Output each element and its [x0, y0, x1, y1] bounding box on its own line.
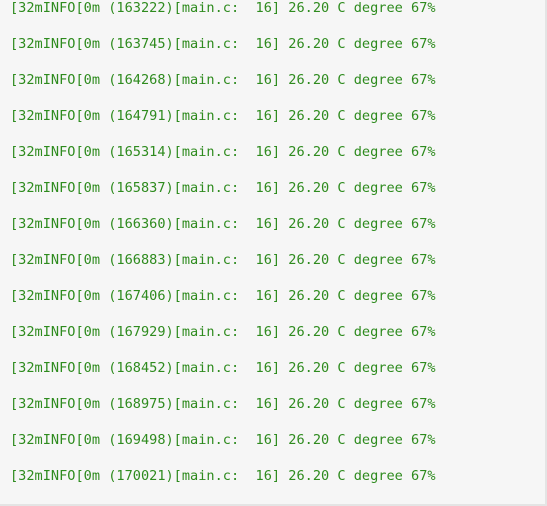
log-line: [32mINFO[0m (168975)[main.c: 16] 26.20… — [10, 386, 436, 422]
log-line: [32mINFO[0m (167929)[main.c: 16] 26.20… — [10, 314, 436, 350]
log-line: [32mINFO[0m (168452)[main.c: 16] 26.20… — [10, 350, 436, 386]
log-line: [32mINFO[0m (163222)[main.c: 16] 26.20… — [10, 0, 436, 26]
log-line: [32mINFO[0m (164791)[main.c: 16] 26.20… — [10, 98, 436, 134]
log-line-list: [32mINFO[0m (163222)[main.c: 16] 26.20… — [10, 0, 436, 494]
log-line: [32mINFO[0m (169498)[main.c: 16] 26.20… — [10, 422, 436, 458]
log-line: [32mINFO[0m (164268)[main.c: 16] 26.20… — [10, 62, 436, 98]
log-line: [32mINFO[0m (167406)[main.c: 16] 26.20… — [10, 278, 436, 314]
log-line: [32mINFO[0m (165314)[main.c: 16] 26.20… — [10, 134, 436, 170]
log-output-panel[interactable]: [32mINFO[0m (163222)[main.c: 16] 26.20… — [0, 0, 547, 506]
log-line: [32mINFO[0m (170021)[main.c: 16] 26.20… — [10, 458, 436, 494]
log-line: [32mINFO[0m (166360)[main.c: 16] 26.20… — [10, 206, 436, 242]
log-line: [32mINFO[0m (165837)[main.c: 16] 26.20… — [10, 170, 436, 206]
log-line: [32mINFO[0m (163745)[main.c: 16] 26.20… — [10, 26, 436, 62]
log-line: [32mINFO[0m (166883)[main.c: 16] 26.20… — [10, 242, 436, 278]
